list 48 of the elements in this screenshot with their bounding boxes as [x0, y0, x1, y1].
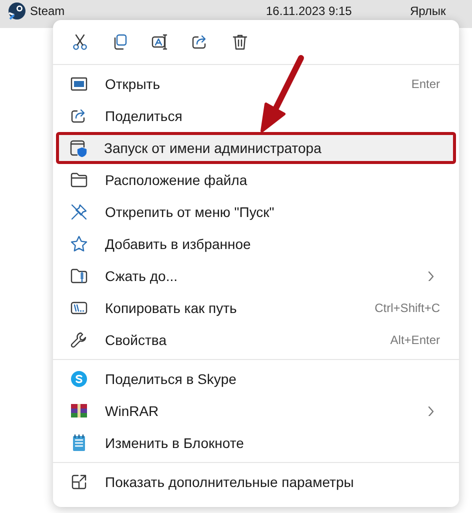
- item-label: Поделиться в Skype: [105, 371, 238, 387]
- zip-folder-icon: [70, 267, 88, 285]
- shield-window-icon: [69, 139, 87, 157]
- item-label: WinRAR: [105, 403, 160, 419]
- menu-item[interactable]: Расположение файла: [57, 164, 455, 196]
- folder-icon: [70, 171, 88, 189]
- file-name: Steam: [30, 4, 66, 18]
- star-icon: [70, 235, 88, 253]
- app-icon: [8, 2, 26, 20]
- rename-icon[interactable]: [151, 33, 169, 51]
- menu-item[interactable]: Поделиться: [57, 100, 455, 132]
- menu-item[interactable]: Копировать как путь Ctrl+Shift+C: [57, 292, 455, 324]
- menu-item[interactable]: Запуск от имени администратора: [56, 132, 456, 164]
- item-label: Копировать как путь: [105, 300, 238, 316]
- shortcut-text: Alt+Enter: [390, 333, 440, 347]
- delete-icon[interactable]: [231, 33, 249, 51]
- notepad-icon: [70, 434, 88, 452]
- item-label: Запуск от имени администратора: [104, 140, 322, 156]
- menu-item[interactable]: Открепить от меню "Пуск": [57, 196, 455, 228]
- item-label: Расположение файла: [105, 172, 248, 188]
- menu-item[interactable]: WinRAR: [57, 395, 455, 427]
- cut-icon[interactable]: [71, 33, 89, 51]
- menu-item[interactable]: Сжать до...: [57, 260, 455, 292]
- path-icon: [70, 299, 88, 317]
- item-label: Изменить в Блокноте: [105, 435, 245, 451]
- item-label: Открыть: [105, 76, 161, 92]
- shortcut-text: Ctrl+Shift+C: [374, 301, 440, 315]
- app-window-icon: [70, 75, 88, 93]
- menu-item[interactable]: Открыть Enter: [57, 68, 455, 100]
- skype-icon: [70, 370, 88, 388]
- menu-item[interactable]: Изменить в Блокноте: [57, 427, 455, 459]
- menu-item[interactable]: Свойства Alt+Enter: [57, 324, 455, 356]
- wrench-icon: [70, 331, 88, 349]
- menu-item[interactable]: Поделиться в Skype: [57, 363, 455, 395]
- shortcut-text: Enter: [411, 77, 440, 91]
- item-label: Показать дополнительные параметры: [105, 474, 355, 490]
- item-label: Сжать до...: [105, 268, 178, 284]
- menu-item[interactable]: Добавить в избранное: [57, 228, 455, 260]
- item-label: Поделиться: [105, 108, 184, 124]
- unpin-icon: [70, 203, 88, 221]
- file-type: Ярлык: [410, 4, 446, 18]
- item-label: Открепить от меню "Пуск": [105, 204, 276, 220]
- item-label: Добавить в избранное: [105, 236, 252, 252]
- winrar-icon: [70, 402, 88, 420]
- item-label: Свойства: [105, 332, 168, 348]
- expand-window-icon: [70, 473, 88, 491]
- file-date: 16.11.2023 9:15: [266, 4, 353, 18]
- menu-item[interactable]: Показать дополнительные параметры: [57, 466, 455, 498]
